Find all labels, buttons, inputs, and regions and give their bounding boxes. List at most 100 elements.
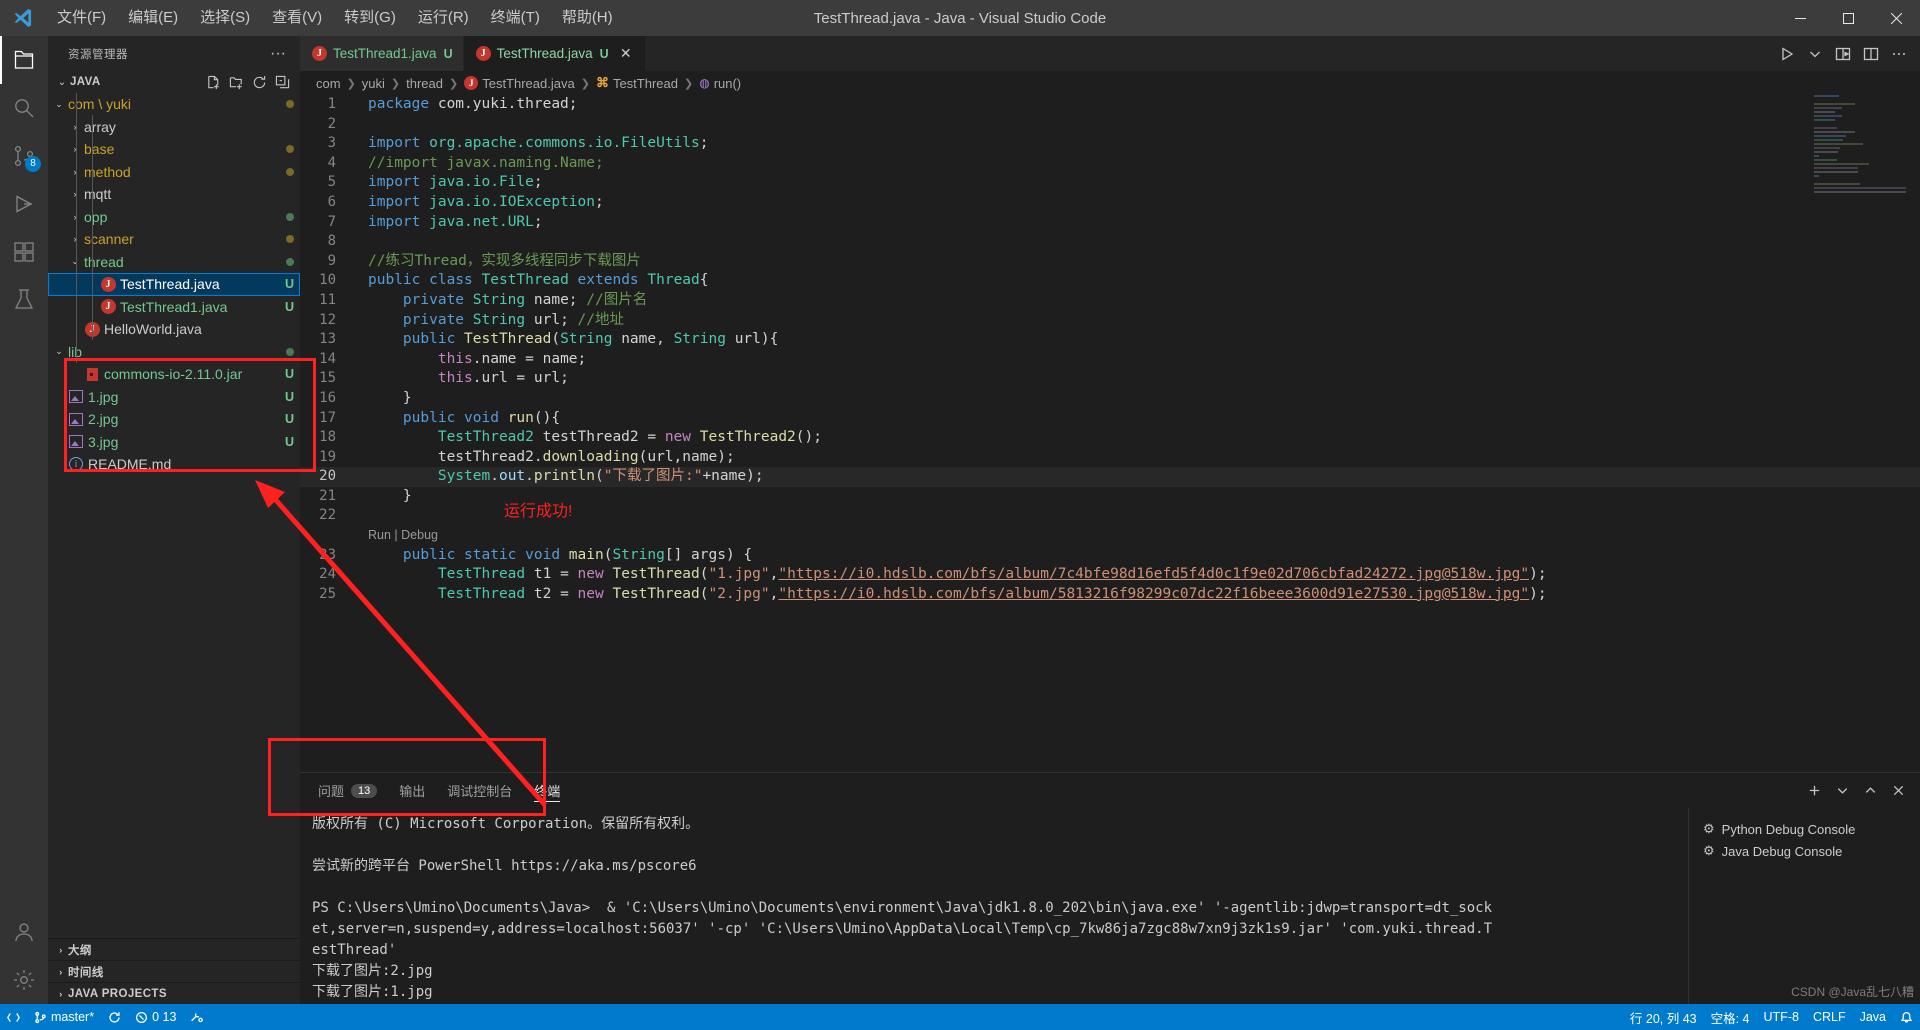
status-cursor-position[interactable]: 行 20, 列 43	[1623, 1004, 1704, 1030]
panel-outline[interactable]: › 大纲	[48, 938, 300, 960]
tree-item-opp[interactable]: › opp	[48, 206, 300, 229]
activity-run-debug[interactable]	[0, 180, 48, 228]
breadcrumb-thread[interactable]: thread	[406, 76, 443, 91]
code-line[interactable]: 10 public class TestThread extends Thread…	[300, 271, 1920, 291]
code-line[interactable]: 15 this.url = url;	[300, 369, 1920, 389]
chevron-down-icon[interactable]	[1802, 40, 1828, 68]
code-text[interactable]: public class TestThread extends Thread{	[358, 271, 1920, 291]
panel-java-projects[interactable]: › JAVA PROJECTS	[48, 982, 300, 1004]
collapse-all-icon[interactable]	[272, 72, 292, 92]
breadcrumb-file[interactable]: J TestThread.java	[464, 76, 575, 91]
minimap[interactable]	[1814, 95, 1906, 772]
panel-tab-terminal[interactable]: 终端	[534, 773, 561, 808]
breadcrumb-com[interactable]: com	[316, 76, 341, 91]
terminal-output[interactable]: 版权所有 (C) Microsoft Corporation。保留所有权利。 尝…	[300, 808, 1688, 1004]
tree-item-testthread-java[interactable]: J TestThread.java U	[48, 273, 300, 296]
activity-source-control[interactable]: 8	[0, 132, 48, 180]
tree-item-testthread1-java[interactable]: J TestThread1.java U	[48, 296, 300, 319]
activity-search[interactable]	[0, 84, 48, 132]
status-eol[interactable]: CRLF	[1806, 1004, 1853, 1030]
tree-item-thread[interactable]: ⌄ thread	[48, 251, 300, 274]
code-text[interactable]: import java.io.File;	[358, 173, 1920, 193]
menu-help[interactable]: 帮助(H)	[551, 0, 624, 36]
status-branch[interactable]: master*	[27, 1004, 101, 1030]
tree-item-scanner[interactable]: › scanner	[48, 228, 300, 251]
menu-terminal[interactable]: 终端(T)	[480, 0, 551, 36]
code-line[interactable]: 12 private String url; //地址	[300, 311, 1920, 331]
menu-file[interactable]: 文件(F)	[46, 0, 117, 36]
status-language-mode[interactable]: Java	[1853, 1004, 1893, 1030]
tab-testthread[interactable]: J TestThread.java U ✕	[463, 36, 646, 71]
code-line[interactable]: 4 //import javax.naming.Name;	[300, 154, 1920, 174]
code-line[interactable]: 19 testThread2.downloading(url,name);	[300, 448, 1920, 468]
code-editor[interactable]: 1 package com.yuki.thread; 2 3 import org.ap…	[300, 95, 1920, 772]
editor-scrollbar[interactable]	[1906, 95, 1920, 772]
maximize-panel-icon[interactable]	[1858, 779, 1882, 803]
codelens-run-debug[interactable]: . Run | Debug	[300, 526, 1920, 546]
add-terminal-icon[interactable]	[1802, 779, 1826, 803]
code-text[interactable]: TestThread t1 = new TestThread("1.jpg","…	[358, 565, 1920, 585]
code-line[interactable]: 21 }	[300, 487, 1920, 507]
tree-item-base[interactable]: › base	[48, 138, 300, 161]
more-actions-icon[interactable]	[1886, 40, 1912, 68]
tree-item-helloworld-java[interactable]: JHelloWorld.java	[48, 318, 300, 341]
activity-accounts[interactable]	[0, 908, 48, 956]
code-line[interactable]: 6 import java.io.IOException;	[300, 193, 1920, 213]
code-line[interactable]: 18 TestThread2 testThread2 = new TestThr…	[300, 428, 1920, 448]
activity-settings[interactable]	[0, 956, 48, 1004]
code-line[interactable]: 17 public void run(){	[300, 409, 1920, 429]
status-sync[interactable]	[101, 1004, 128, 1030]
code-line[interactable]: 2	[300, 115, 1920, 135]
refresh-icon[interactable]	[249, 72, 269, 92]
code-text[interactable]: //import javax.naming.Name;	[358, 154, 1920, 174]
remote-indicator[interactable]	[0, 1004, 27, 1030]
menu-edit[interactable]: 编辑(E)	[117, 0, 189, 36]
code-line[interactable]: 8	[300, 232, 1920, 252]
status-notifications[interactable]	[1893, 1004, 1920, 1030]
code-text[interactable]: import org.apache.commons.io.FileUtils;	[358, 134, 1920, 154]
tree-item-lib[interactable]: ⌄ lib	[48, 341, 300, 364]
tab-testthread1[interactable]: J TestThread1.java U	[300, 36, 464, 71]
panel-tab-problems[interactable]: 问题 13	[318, 773, 378, 808]
code-line[interactable]: 25 TestThread t2 = new TestThread("2.jpg…	[300, 585, 1920, 605]
code-text[interactable]: private String url; //地址	[358, 311, 1920, 331]
menu-selection[interactable]: 选择(S)	[189, 0, 261, 36]
code-line[interactable]: 24 TestThread t1 = new TestThread("1.jpg…	[300, 565, 1920, 585]
code-text[interactable]: //练习Thread，实现多线程同步下载图片	[358, 252, 1920, 272]
code-text[interactable]: TestThread t2 = new TestThread("2.jpg","…	[358, 585, 1920, 605]
breadcrumb-yuki[interactable]: yuki	[362, 76, 385, 91]
tree-item-method[interactable]: › method	[48, 161, 300, 184]
tree-item-readme-md[interactable]: i README.md	[48, 453, 300, 476]
code-text[interactable]: }	[358, 389, 1920, 409]
menu-run[interactable]: 运行(R)	[407, 0, 480, 36]
new-folder-icon[interactable]	[226, 72, 246, 92]
codelens-run[interactable]: Run	[368, 528, 391, 542]
code-line[interactable]: 22	[300, 506, 1920, 526]
tree-item-mqtt[interactable]: › mqtt	[48, 183, 300, 206]
file-tree[interactable]: ⌄ com \ yuki › array › base › method › mqtt › opp › s…	[48, 93, 300, 938]
split-run-icon[interactable]	[1830, 40, 1856, 68]
code-line[interactable]: 20 System.out.println("下载了图片:"+name);	[300, 467, 1920, 487]
status-problems[interactable]: 0 13	[128, 1004, 183, 1030]
code-text[interactable]: public static void main(String[] args) {	[358, 546, 1920, 566]
activity-extensions[interactable]	[0, 228, 48, 276]
code-text[interactable]: testThread2.downloading(url,name);	[358, 448, 1920, 468]
explorer-more-icon[interactable]: ···	[264, 45, 292, 61]
close-button[interactable]	[1872, 0, 1920, 36]
new-file-icon[interactable]	[203, 72, 223, 92]
code-text[interactable]: this.name = name;	[358, 350, 1920, 370]
code-line[interactable]: 7 import java.net.URL;	[300, 213, 1920, 233]
code-text[interactable]: this.url = url;	[358, 369, 1920, 389]
code-line[interactable]: 9 //练习Thread，实现多线程同步下载图片	[300, 252, 1920, 272]
tree-item-2-jpg[interactable]: 2.jpg U	[48, 408, 300, 431]
code-text[interactable]: public void run(){	[358, 409, 1920, 429]
tree-item-3-jpg[interactable]: 3.jpg U	[48, 431, 300, 454]
status-ports[interactable]	[183, 1004, 210, 1030]
close-icon[interactable]: ✕	[617, 45, 635, 63]
code-text[interactable]: package com.yuki.thread;	[358, 95, 1920, 115]
codelens-debug[interactable]: Debug	[401, 528, 438, 542]
code-text[interactable]: }	[358, 487, 1920, 507]
maximize-button[interactable]	[1824, 0, 1872, 36]
code-text[interactable]: import java.net.URL;	[358, 213, 1920, 233]
code-text[interactable]: System.out.println("下载了图片:"+name);	[358, 467, 1920, 487]
